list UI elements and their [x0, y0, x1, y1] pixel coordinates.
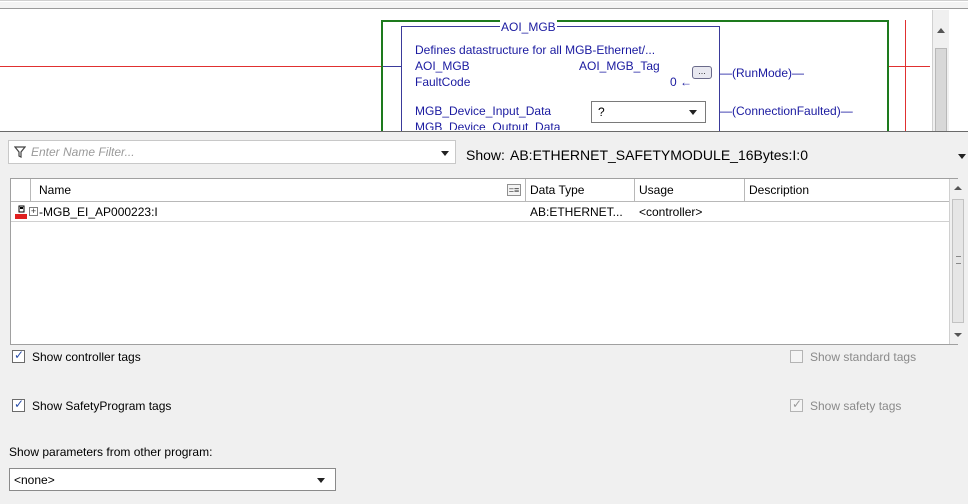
- show-safetyprogram-tags-checkbox[interactable]: [12, 397, 25, 412]
- chevron-down-icon[interactable]: [441, 151, 449, 156]
- connection-faulted-coil[interactable]: —(ConnectionFaulted)—: [720, 104, 853, 118]
- aoi-properties-button[interactable]: ...: [692, 66, 712, 79]
- branch-left: [381, 20, 383, 132]
- output-data-label: MGB_Device_Output_Data: [415, 120, 561, 130]
- aoi-title: AOI_MGB: [500, 20, 557, 34]
- show-scope-value[interactable]: AB:ETHERNET_SAFETYMODULE_16Bytes:I:0: [510, 147, 808, 163]
- fault-code-label: FaultCode: [415, 75, 471, 89]
- table-row[interactable]: + -MGB_EI_AP000223:I AB:ETHERNET... <con…: [11, 202, 949, 222]
- show-standard-tags-checkbox[interactable]: [790, 350, 803, 363]
- program-parameters-dropdown[interactable]: <none>: [9, 468, 336, 491]
- filter-icon: [14, 146, 26, 158]
- branch-right: [887, 20, 889, 132]
- tag-data-type: AB:ETHERNET...: [530, 205, 623, 219]
- scroll-up-icon[interactable]: [937, 28, 945, 33]
- show-controller-tags-label[interactable]: Show controller tags: [32, 350, 141, 364]
- chevron-down-icon[interactable]: [958, 154, 966, 159]
- right-rung-wire: [888, 66, 930, 67]
- tag-usage: <controller>: [639, 205, 703, 219]
- column-header-description[interactable]: Description: [745, 179, 949, 201]
- input-data-label: MGB_Device_Input_Data: [415, 104, 552, 118]
- show-safety-tags-checkbox[interactable]: [790, 397, 803, 412]
- column-header-name[interactable]: Name =≡: [31, 179, 526, 201]
- program-parameters-value: <none>: [14, 473, 55, 487]
- scroll-up-icon[interactable]: [954, 186, 962, 190]
- column-usage-label: Usage: [639, 183, 674, 197]
- tag-browser-panel: Show: AB:ETHERNET_SAFETYMODULE_16Bytes:I…: [0, 131, 968, 504]
- grid-header: Name =≡ Data Type Usage Description: [11, 179, 949, 202]
- column-header-usage[interactable]: Usage: [635, 179, 745, 201]
- top-border: [0, 0, 968, 1]
- operand-value: ?: [598, 105, 605, 119]
- grid-vertical-scrollbar[interactable]: [949, 179, 966, 344]
- operand-dropdown[interactable]: ?: [591, 101, 706, 123]
- runmode-coil[interactable]: —(RunMode)—: [720, 66, 804, 80]
- chevron-down-icon[interactable]: [317, 478, 325, 483]
- horizontal-scrollbar[interactable]: [0, 2, 968, 9]
- show-safety-tags-label[interactable]: Show safety tags: [810, 399, 901, 413]
- expand-icon[interactable]: +: [29, 207, 38, 216]
- scroll-thumb[interactable]: [952, 199, 964, 323]
- column-header-data-type[interactable]: Data Type: [526, 179, 635, 201]
- show-label: Show:: [466, 147, 505, 163]
- column-description-label: Description: [749, 183, 810, 197]
- ladder-editor[interactable]: AOI_MGB Defines datastructure for all MG…: [0, 0, 968, 136]
- chevron-down-icon[interactable]: [689, 110, 697, 115]
- header-marker-cell: [11, 179, 31, 201]
- name-filter[interactable]: [8, 140, 456, 164]
- column-name-label: Name: [39, 183, 72, 197]
- grip-icon: [956, 256, 961, 264]
- sort-icon[interactable]: =≡: [507, 184, 521, 196]
- name-filter-input[interactable]: [31, 144, 431, 160]
- scroll-down-icon[interactable]: [954, 333, 962, 337]
- branch-top: [381, 20, 889, 22]
- show-standard-tags-label[interactable]: Show standard tags: [810, 350, 916, 364]
- aoi-instruction-value[interactable]: AOI_MGB_Tag: [579, 59, 660, 73]
- show-safetyprogram-tags-label[interactable]: Show SafetyProgram tags: [32, 399, 171, 413]
- tag-grid[interactable]: Name =≡ Data Type Usage Description + -M…: [10, 178, 966, 345]
- column-data-type-label: Data Type: [530, 183, 585, 197]
- right-power-rail: [905, 20, 906, 132]
- parameters-label: Show parameters from other program:: [9, 445, 213, 459]
- fault-code-value: 0 ←: [670, 75, 693, 89]
- tag-name: -MGB_EI_AP000223:I: [39, 205, 158, 219]
- ladder-vertical-scrollbar[interactable]: [932, 10, 949, 132]
- left-rung-wire: [0, 66, 381, 67]
- aoi-instruction-label: AOI_MGB: [415, 59, 470, 73]
- show-controller-tags-checkbox[interactable]: [12, 348, 25, 363]
- tag-marker-icon: [15, 205, 27, 219]
- aoi-description: Defines datastructure for all MGB-Ethern…: [415, 43, 656, 57]
- aoi-input-wire: [383, 66, 401, 67]
- tag-name-text: MGB_EI_AP000223:I: [43, 205, 158, 219]
- scroll-thumb[interactable]: [935, 48, 947, 132]
